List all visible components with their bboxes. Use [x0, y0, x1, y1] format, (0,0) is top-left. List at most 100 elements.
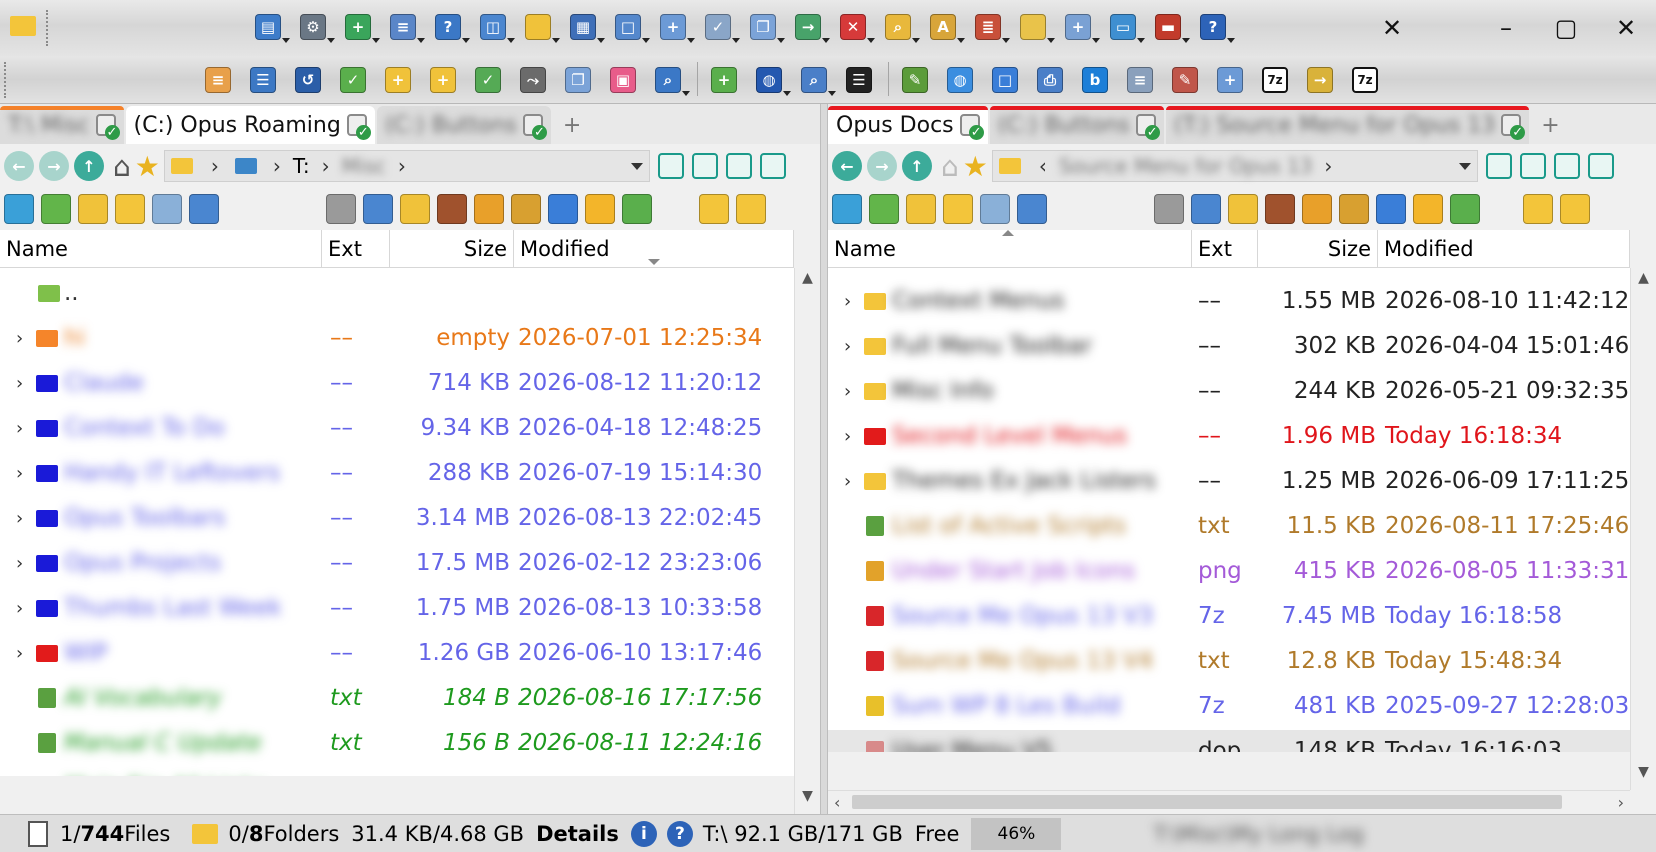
breadcrumb[interactable]: › › T: › Misc › [163, 150, 650, 182]
gift-box-button[interactable]: ▣ [605, 62, 641, 98]
7z-archive-button[interactable]: 7z [1257, 62, 1293, 98]
dropdown-arrow-icon[interactable] [828, 91, 836, 96]
new-folder-button[interactable]: + [340, 9, 380, 45]
dropdown-arrow-icon[interactable] [687, 38, 695, 43]
expand-chevron-icon[interactable]: › [844, 336, 851, 357]
toolbar-grip[interactable] [46, 10, 50, 46]
dropdown-arrow-icon[interactable] [822, 38, 830, 43]
edit-document-button[interactable]: ✎ [1167, 62, 1203, 98]
gear-button[interactable]: ⚙ [295, 9, 335, 45]
home-icon[interactable]: ⌂ [941, 150, 959, 183]
columns-icon[interactable] [1017, 194, 1047, 224]
column-ext[interactable]: Ext [322, 230, 390, 267]
home-icon[interactable]: ⌂ [113, 150, 131, 183]
expand-chevron-icon[interactable]: › [16, 463, 23, 484]
expand-chevron-icon[interactable]: › [16, 643, 23, 664]
expand-chevron-icon[interactable]: › [16, 418, 23, 439]
tab[interactable]: (C:) Opus Roaming [125, 106, 375, 144]
panel-list-icon[interactable] [1191, 194, 1221, 224]
undo-button[interactable]: ↺ [290, 62, 326, 98]
dropdown-arrow-icon[interactable] [372, 38, 380, 43]
check-folder-button[interactable]: ✓ [335, 62, 371, 98]
paint-image-button[interactable]: ✎ [897, 62, 933, 98]
info-icon[interactable]: i [630, 820, 657, 847]
file-row[interactable]: › Handy IT Leftovers –– 288 KB 2026-07-19 15… [0, 452, 794, 494]
dropdown-arrow-icon[interactable] [1047, 38, 1055, 43]
dropdown-arrow-icon[interactable] [682, 91, 690, 96]
horizontal-split-button[interactable] [725, 153, 752, 179]
back-icon[interactable]: ← [832, 151, 862, 181]
maximize-button[interactable]: ▢ [1546, 10, 1586, 46]
printer-button[interactable]: ⎙ [1032, 62, 1068, 98]
tab[interactable]: T:\ Misc [0, 106, 124, 144]
pane-splitter[interactable] [820, 104, 828, 814]
file-row[interactable]: › hi –– empty 2026-07-01 12:25:34 [0, 317, 794, 359]
dropdown-arrow-icon[interactable] [1137, 38, 1145, 43]
file-row[interactable]: › Themes Ex Jack Listers –– 1.25 MB 2026-06-… [828, 460, 1630, 502]
folder-icon[interactable] [585, 194, 615, 224]
file-row[interactable]: › WIP –– 1.26 GB 2026-06-10 13:17:46 [0, 632, 794, 674]
dropdown-arrow-icon[interactable] [777, 38, 785, 43]
horizontal-split-button[interactable] [1553, 153, 1580, 179]
dropdown-arrow-icon[interactable] [1002, 38, 1010, 43]
folder-tag-icon[interactable] [400, 194, 430, 224]
favorite-folder-icon[interactable] [1523, 194, 1553, 224]
web-globe-button[interactable]: ◍ [942, 62, 978, 98]
scroll-thumb[interactable] [852, 795, 1562, 809]
column-size[interactable]: Size [1258, 230, 1378, 267]
column-modified[interactable]: Modified [1378, 230, 1630, 267]
up-icon[interactable]: ↑ [902, 151, 932, 181]
forward-icon[interactable]: → [867, 151, 897, 181]
computer-network-button[interactable]: ▭ [1105, 9, 1145, 45]
magnifier-button[interactable]: ⌕ [650, 62, 690, 98]
folder-add-button[interactable]: + [425, 62, 461, 98]
extract-folder-button[interactable]: → [1302, 62, 1338, 98]
breadcrumb-folder[interactable]: Misc [342, 154, 386, 178]
tree-panel-button[interactable]: ▤ [250, 9, 290, 45]
right-horizontal-scrollbar[interactable]: ‹ › [828, 790, 1630, 814]
close-button[interactable]: ✕ [1606, 10, 1646, 46]
drive-icon[interactable] [326, 194, 356, 224]
document-add-button[interactable]: + [1060, 9, 1100, 45]
verified-file-icon[interactable] [622, 194, 652, 224]
dropdown-arrow-icon[interactable] [462, 38, 470, 43]
lock-folder-icon[interactable] [474, 194, 504, 224]
7z-extract-button[interactable]: 7z [1347, 62, 1383, 98]
copy-add-button[interactable]: + [655, 9, 695, 45]
new-folder-plus-button[interactable]: + [380, 62, 416, 98]
dropdown-arrow-icon[interactable] [912, 38, 920, 43]
details-label[interactable]: Details [536, 822, 619, 846]
file-row[interactable]: Sum WP 8 Les Build 7z 481 KB 2025-09-27 12:… [828, 685, 1630, 727]
scroll-up-icon[interactable]: ▲ [1631, 270, 1656, 294]
minimize-button[interactable]: – [1486, 10, 1526, 46]
dropdown-arrow-icon[interactable] [597, 38, 605, 43]
path-nodes-button[interactable]: ⤳ [515, 62, 551, 98]
search-settings-button[interactable]: ⌕ [796, 62, 836, 98]
expand-view-button[interactable] [1519, 153, 1546, 179]
find-button[interactable]: ⌕ [880, 9, 920, 45]
dropdown-arrow-icon[interactable] [1227, 38, 1235, 43]
duplicate-button[interactable]: ❐ [745, 9, 785, 45]
file-row[interactable]: › Thumbs Last Week –– 1.75 MB 2026-08-13 10:… [0, 587, 794, 629]
column-ext[interactable]: Ext [1192, 230, 1258, 267]
favorite-folder-icon[interactable] [699, 194, 729, 224]
copy-path-icon[interactable] [152, 194, 182, 224]
favorites-star-icon[interactable]: ★ [135, 150, 160, 183]
file-row[interactable]: User Menu V5 dop 148 KB Today 16:16:03 [828, 730, 1630, 752]
folder-count[interactable]: 0/8 Folders [228, 822, 339, 846]
expand-chevron-icon[interactable]: › [16, 598, 23, 619]
expand-chevron-icon[interactable]: › [16, 328, 23, 349]
folder-icon[interactable] [1413, 194, 1443, 224]
globe-button[interactable]: ◍ [751, 62, 791, 98]
file-row[interactable]: › Context Menus –– 1.55 MB 2026-08-10 11:42:… [828, 280, 1630, 322]
back-icon[interactable]: ← [4, 151, 34, 181]
refresh-icon[interactable] [4, 194, 34, 224]
toolbar-close-button[interactable]: ✕ [1372, 10, 1412, 46]
folder-tree-icon[interactable] [548, 194, 578, 224]
drive-icon[interactable] [1154, 194, 1184, 224]
tools-icon[interactable] [1339, 194, 1369, 224]
forward-icon[interactable]: → [39, 151, 69, 181]
column-size[interactable]: Size [390, 230, 514, 267]
window-button[interactable]: □ [610, 9, 650, 45]
dropdown-arrow-icon[interactable] [327, 38, 335, 43]
